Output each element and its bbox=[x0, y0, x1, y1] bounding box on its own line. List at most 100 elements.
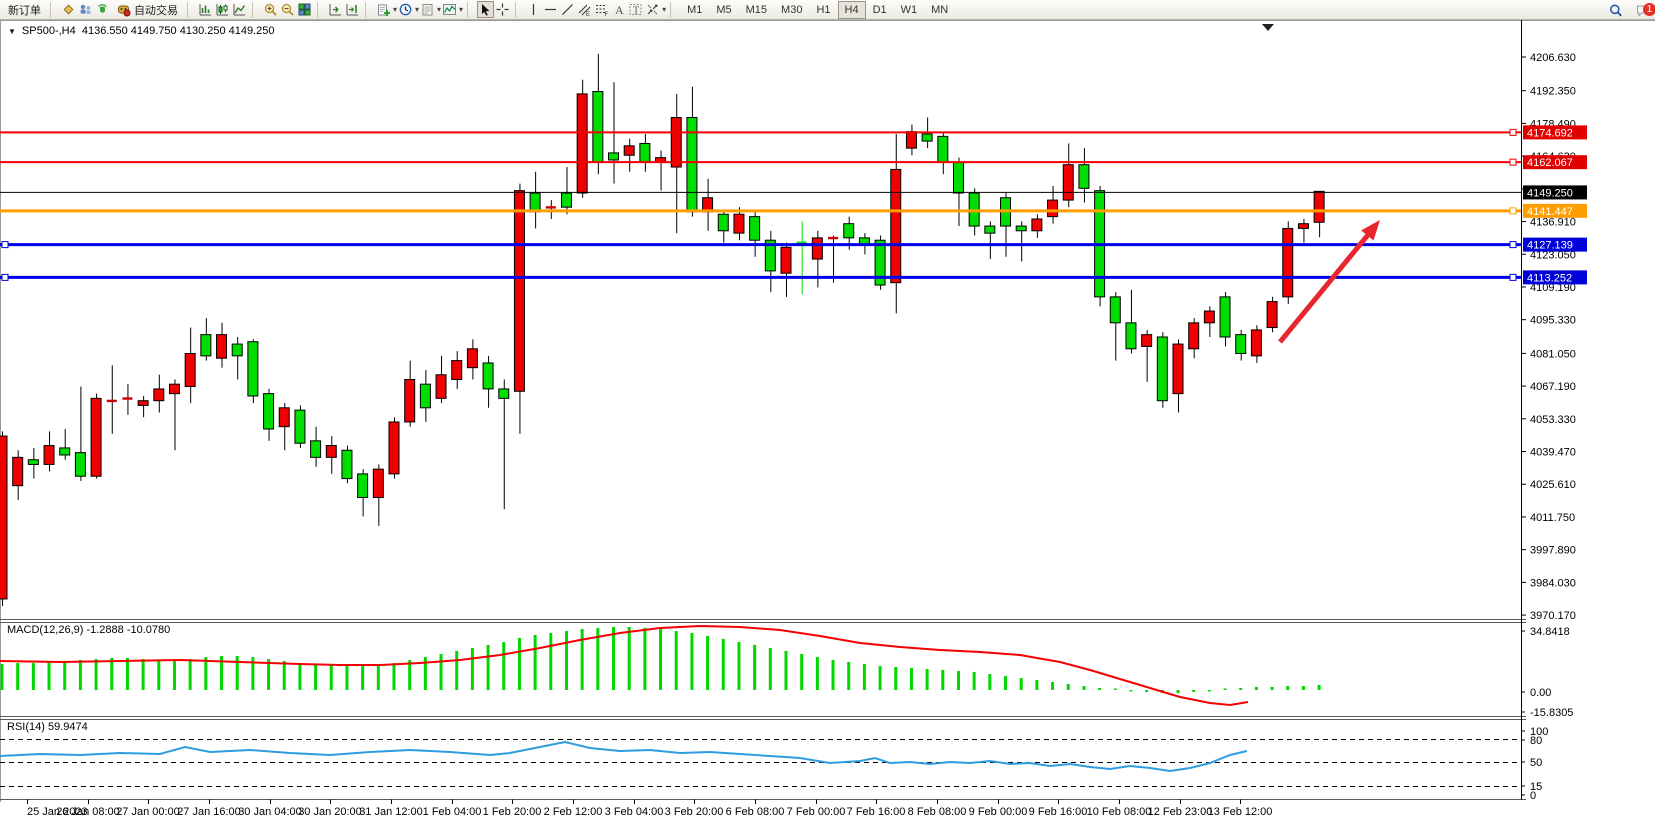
timeframe-m30[interactable]: M30 bbox=[774, 1, 809, 19]
quotes-icon[interactable] bbox=[60, 1, 77, 18]
chart-title: ▼ SP500-,H4 4136.550 4149.750 4130.250 4… bbox=[8, 25, 275, 37]
fibonacci-tool[interactable]: F bbox=[593, 1, 610, 18]
macd-histogram-bar bbox=[675, 631, 678, 690]
rsi-axis-label: 80 bbox=[1530, 735, 1542, 747]
text-label-tool[interactable]: T bbox=[627, 1, 644, 18]
candle-body bbox=[1048, 200, 1058, 217]
doji-candle bbox=[107, 400, 117, 402]
macd-histogram-bar bbox=[1082, 686, 1085, 690]
timeframe-w1[interactable]: W1 bbox=[894, 1, 925, 19]
bar-chart-icon[interactable] bbox=[197, 1, 214, 18]
candlestick-chart-icon[interactable] bbox=[214, 1, 231, 18]
templates-dropdown[interactable] bbox=[419, 1, 436, 18]
new-order-button[interactable]: 新订单 bbox=[3, 0, 46, 20]
macd-axis-label: -15.8305 bbox=[1530, 707, 1573, 719]
macd-histogram-bar bbox=[1004, 676, 1007, 690]
line-anchor[interactable] bbox=[2, 274, 8, 280]
macd-histogram-bar bbox=[769, 648, 772, 690]
autotrading-button[interactable]: 自动交易 bbox=[111, 0, 183, 20]
line-anchor[interactable] bbox=[1510, 159, 1516, 165]
toolbar-separator bbox=[252, 2, 259, 18]
candle-body bbox=[1126, 323, 1136, 349]
line-anchor[interactable] bbox=[1510, 208, 1516, 214]
price-badge-value: 4149.250 bbox=[1527, 187, 1573, 199]
candle-body bbox=[248, 342, 258, 396]
price-axis-label: 4025.610 bbox=[1530, 479, 1576, 491]
macd-histogram-bar bbox=[926, 669, 929, 690]
macd-histogram-bar bbox=[157, 660, 160, 690]
macd-histogram-bar bbox=[377, 665, 380, 690]
candle-body bbox=[718, 214, 728, 231]
chart-shift-icon[interactable] bbox=[344, 1, 361, 18]
crosshair-tool[interactable] bbox=[494, 1, 511, 18]
chart-collapse-icon[interactable]: ▼ bbox=[8, 27, 16, 36]
line-anchor[interactable] bbox=[2, 242, 8, 248]
macd-histogram-bar bbox=[314, 664, 317, 690]
candle-body bbox=[169, 384, 179, 393]
time-axis-label: 8 Feb 08:00 bbox=[908, 806, 967, 818]
line-anchor[interactable] bbox=[1510, 274, 1516, 280]
horizontal-line-tool[interactable] bbox=[542, 1, 559, 18]
toolbar: 新订单自动交易▾▾▾▾EFAT▾M1M5M15M30H1H4D1W1MN bbox=[0, 0, 1655, 20]
indicators-dropdown[interactable] bbox=[441, 1, 458, 18]
tile-windows-icon[interactable] bbox=[296, 1, 313, 18]
timeframe-m1[interactable]: M1 bbox=[680, 1, 709, 19]
macd-histogram-bar bbox=[1020, 678, 1023, 690]
periods-dropdown[interactable] bbox=[397, 1, 414, 18]
macd-histogram-bar bbox=[988, 674, 991, 690]
candle-body bbox=[1142, 335, 1152, 347]
timeframe-m15[interactable]: M15 bbox=[739, 1, 774, 19]
macd-histogram-bar bbox=[659, 629, 662, 690]
indicators-dropdown-arrow[interactable]: ▾ bbox=[459, 5, 463, 14]
line-anchor[interactable] bbox=[1510, 129, 1516, 135]
price-chart[interactable]: 4206.6304192.3504178.4904164.6304150.770… bbox=[0, 20, 1655, 823]
new-chart-dropdown[interactable] bbox=[375, 1, 392, 18]
price-axis-label: 4192.350 bbox=[1530, 86, 1576, 98]
trendline-tool[interactable] bbox=[559, 1, 576, 18]
macd-histogram-bar bbox=[1035, 680, 1038, 690]
price-axis-label: 4136.910 bbox=[1530, 217, 1576, 229]
search-icon[interactable] bbox=[1607, 2, 1624, 19]
svg-text:T: T bbox=[633, 6, 639, 17]
equidistant-channel-tool[interactable]: E bbox=[576, 1, 593, 18]
line-anchor[interactable] bbox=[1510, 242, 1516, 248]
arrows-dropdown[interactable] bbox=[644, 1, 661, 18]
line-chart-icon[interactable] bbox=[231, 1, 248, 18]
zoom-out-icon[interactable] bbox=[279, 1, 296, 18]
market-watch-icon[interactable] bbox=[77, 1, 94, 18]
signals-icon[interactable] bbox=[94, 1, 111, 18]
arrows-dropdown-arrow[interactable]: ▾ bbox=[662, 5, 666, 14]
candle-body bbox=[922, 134, 932, 141]
candle-body bbox=[624, 146, 634, 155]
time-axis-label: 27 Jan 00:00 bbox=[116, 806, 180, 818]
macd-histogram-bar bbox=[1129, 690, 1132, 692]
cursor-tool[interactable] bbox=[477, 1, 494, 18]
candle-body bbox=[1314, 191, 1324, 222]
time-axis-label: 3 Feb 20:00 bbox=[665, 806, 724, 818]
candle-body bbox=[1063, 165, 1073, 200]
macd-histogram-bar bbox=[1067, 684, 1070, 690]
auto-scroll-icon[interactable] bbox=[327, 1, 344, 18]
candle-body bbox=[1110, 297, 1120, 323]
timeframe-h1[interactable]: H1 bbox=[809, 1, 837, 19]
macd-histogram-bar bbox=[565, 631, 568, 690]
text-tool[interactable]: A bbox=[610, 1, 627, 18]
macd-histogram-bar bbox=[1, 664, 4, 690]
timeframe-mn[interactable]: MN bbox=[924, 1, 955, 19]
doji-candle bbox=[546, 206, 556, 208]
chart-window[interactable]: 4206.6304192.3504178.4904164.6304150.770… bbox=[0, 20, 1655, 823]
macd-axis-label: 34.8418 bbox=[1530, 626, 1570, 638]
timeframe-h4[interactable]: H4 bbox=[838, 1, 866, 19]
price-axis-label: 4011.750 bbox=[1530, 512, 1575, 524]
candle-body bbox=[373, 469, 383, 497]
zoom-in-icon[interactable] bbox=[262, 1, 279, 18]
vertical-line-tool[interactable] bbox=[525, 1, 542, 18]
chat-icon[interactable]: 1 bbox=[1634, 2, 1651, 19]
timeframe-m5[interactable]: M5 bbox=[709, 1, 738, 19]
candle-body bbox=[844, 224, 854, 238]
candle-body bbox=[891, 169, 901, 282]
timeframe-d1[interactable]: D1 bbox=[866, 1, 894, 19]
macd-histogram-bar bbox=[863, 664, 866, 690]
candle-body bbox=[1298, 224, 1308, 229]
macd-histogram-bar bbox=[957, 671, 960, 690]
